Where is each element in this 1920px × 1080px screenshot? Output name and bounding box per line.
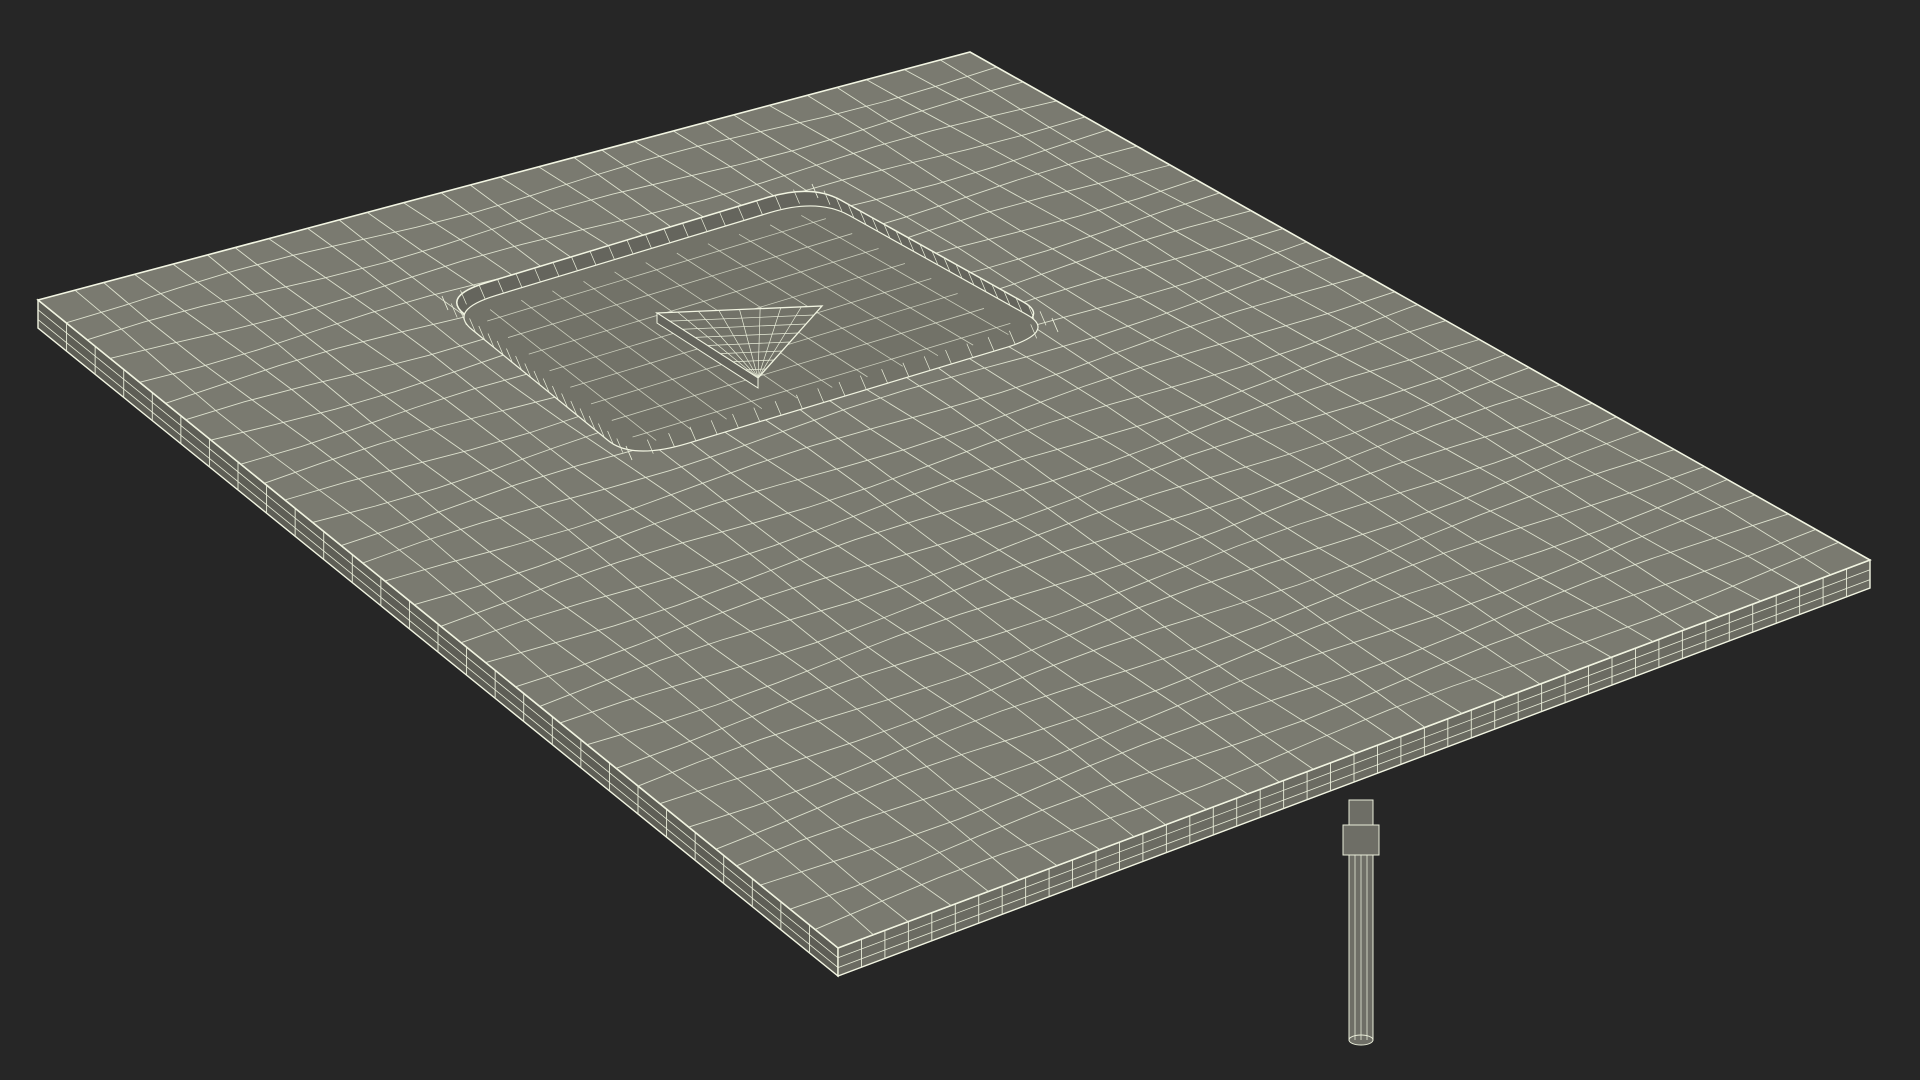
- post-collar: [1342, 824, 1380, 856]
- wireframe-render: [0, 0, 1920, 1080]
- viewport: [0, 0, 1920, 1080]
